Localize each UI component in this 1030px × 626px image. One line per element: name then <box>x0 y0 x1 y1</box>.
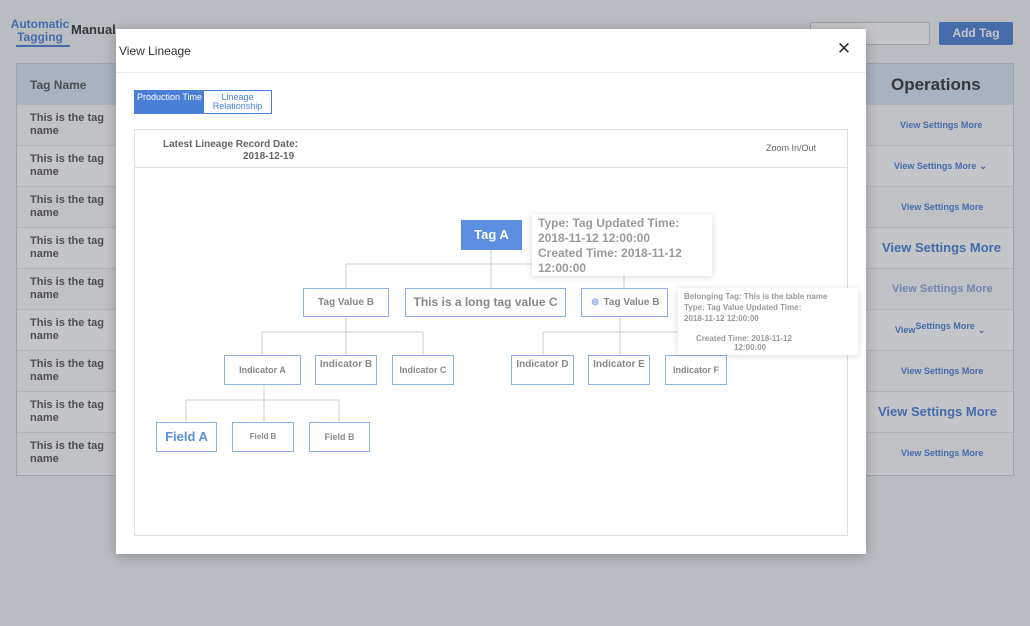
lineage-node-indicator[interactable]: Indicator D <box>511 355 574 385</box>
tooltip-line: 12:00:00 <box>734 343 767 352</box>
tooltip-line: Created Time: 2018-11-12 <box>696 334 792 343</box>
lineage-node-indicator[interactable]: Indicator B <box>315 355 377 385</box>
lineage-node-field[interactable]: Field B <box>309 422 370 452</box>
lineage-tooltip-root: Type: Tag Updated Time: 2018-11-12 12:00… <box>532 214 712 276</box>
tooltip-line: 12:00:00 <box>538 261 587 275</box>
latest-record-label: Latest Lineage Record Date: <box>163 139 299 150</box>
lineage-node-tag-value[interactable]: This is a long tag value C <box>405 288 566 317</box>
tooltip-line: Created Time: 2018-11-12 <box>538 246 682 260</box>
lineage-node-indicator[interactable]: Indicator E <box>588 355 650 385</box>
lineage-panel-header: Latest Lineage Record Date: 2018-12-19 Z… <box>135 130 847 168</box>
lineage-node-field[interactable]: Field B <box>232 422 294 452</box>
close-icon[interactable]: ✕ <box>836 40 852 57</box>
lineage-node-tag-value[interactable]: Tag Value B <box>303 288 389 317</box>
lineage-view-toggle: Production Time Lineage Relationship <box>134 90 272 114</box>
lineage-node-root[interactable]: Tag A <box>461 220 522 250</box>
tab-lineage-relationship[interactable]: Lineage Relationship <box>204 91 271 113</box>
lineage-node-tag-value[interactable]: ⊛ Tag Value B <box>581 288 668 317</box>
tooltip-line: Type: Tag Value Updated Time: <box>684 303 802 312</box>
lineage-tooltip-node: Belonging Tag: This is the table name Ty… <box>678 288 858 355</box>
lineage-node-indicator[interactable]: Indicator F <box>665 355 727 385</box>
lineage-node-field[interactable]: Field A <box>156 422 217 452</box>
lineage-node-indicator[interactable]: Indicator C <box>392 355 454 385</box>
latest-record-date: 2018-12-19 <box>243 151 295 162</box>
lineage-node-indicator[interactable]: Indicator A <box>224 355 301 385</box>
modal-header: View Lineage ✕ <box>116 29 866 73</box>
zoom-control[interactable]: Zoom In/Out <box>766 143 816 153</box>
lineage-node-label: Tag Value B <box>603 297 660 308</box>
tooltip-line: 2018-11-12 12:00:00 <box>538 231 651 245</box>
modal-title: View Lineage <box>119 44 191 58</box>
tooltip-line: 2018-11-12 12:00:00 <box>684 314 759 323</box>
cursor-icon: ⊛ <box>591 297 600 308</box>
tooltip-line: Type: Tag Updated Time: <box>538 216 680 230</box>
tooltip-line: Belonging Tag: This is the table name <box>684 292 828 301</box>
tab-production-time[interactable]: Production Time <box>135 91 204 113</box>
